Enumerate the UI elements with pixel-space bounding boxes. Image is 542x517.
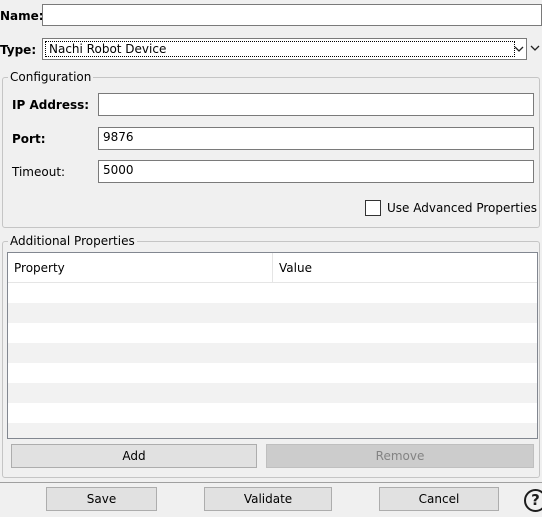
port-label: Port: bbox=[12, 132, 46, 146]
cancel-button[interactable]: Cancel bbox=[379, 487, 499, 511]
help-icon[interactable]: ? bbox=[524, 489, 542, 512]
table-row bbox=[8, 423, 537, 438]
table-row bbox=[8, 323, 537, 343]
timeout-input[interactable]: 5000 bbox=[98, 160, 534, 183]
use-advanced-properties-checkbox[interactable] bbox=[365, 200, 381, 216]
table-row bbox=[8, 283, 537, 303]
remove-button[interactable]: Remove bbox=[266, 444, 534, 468]
type-select[interactable]: Nachi Robot Device bbox=[42, 38, 527, 60]
table-row bbox=[8, 303, 537, 323]
type-select-value: Nachi Robot Device bbox=[45, 41, 515, 57]
ip-address-input[interactable] bbox=[98, 93, 534, 116]
use-advanced-properties-label[interactable]: Use Advanced Properties bbox=[387, 200, 537, 216]
type-label: Type: bbox=[0, 43, 37, 57]
timeout-label: Timeout: bbox=[12, 165, 66, 179]
name-label: Name: bbox=[0, 9, 44, 23]
column-header-value[interactable]: Value bbox=[273, 253, 537, 283]
validate-button[interactable]: Validate bbox=[204, 487, 332, 511]
chevron-down-icon[interactable] bbox=[530, 43, 540, 53]
column-header-property[interactable]: Property bbox=[8, 253, 273, 283]
port-input[interactable]: 9876 bbox=[98, 127, 534, 150]
add-button[interactable]: Add bbox=[11, 444, 257, 468]
save-button[interactable]: Save bbox=[46, 487, 157, 511]
properties-table[interactable]: Property Value bbox=[7, 252, 538, 439]
name-input[interactable] bbox=[42, 4, 542, 26]
ip-address-label: IP Address: bbox=[12, 98, 90, 112]
table-row bbox=[8, 383, 537, 403]
table-row bbox=[8, 343, 537, 363]
configuration-legend: Configuration bbox=[8, 70, 94, 84]
chevron-down-icon bbox=[514, 46, 524, 52]
footer-separator bbox=[0, 482, 542, 483]
table-row bbox=[8, 363, 537, 383]
table-row bbox=[8, 403, 537, 423]
additional-properties-legend: Additional Properties bbox=[8, 234, 137, 248]
